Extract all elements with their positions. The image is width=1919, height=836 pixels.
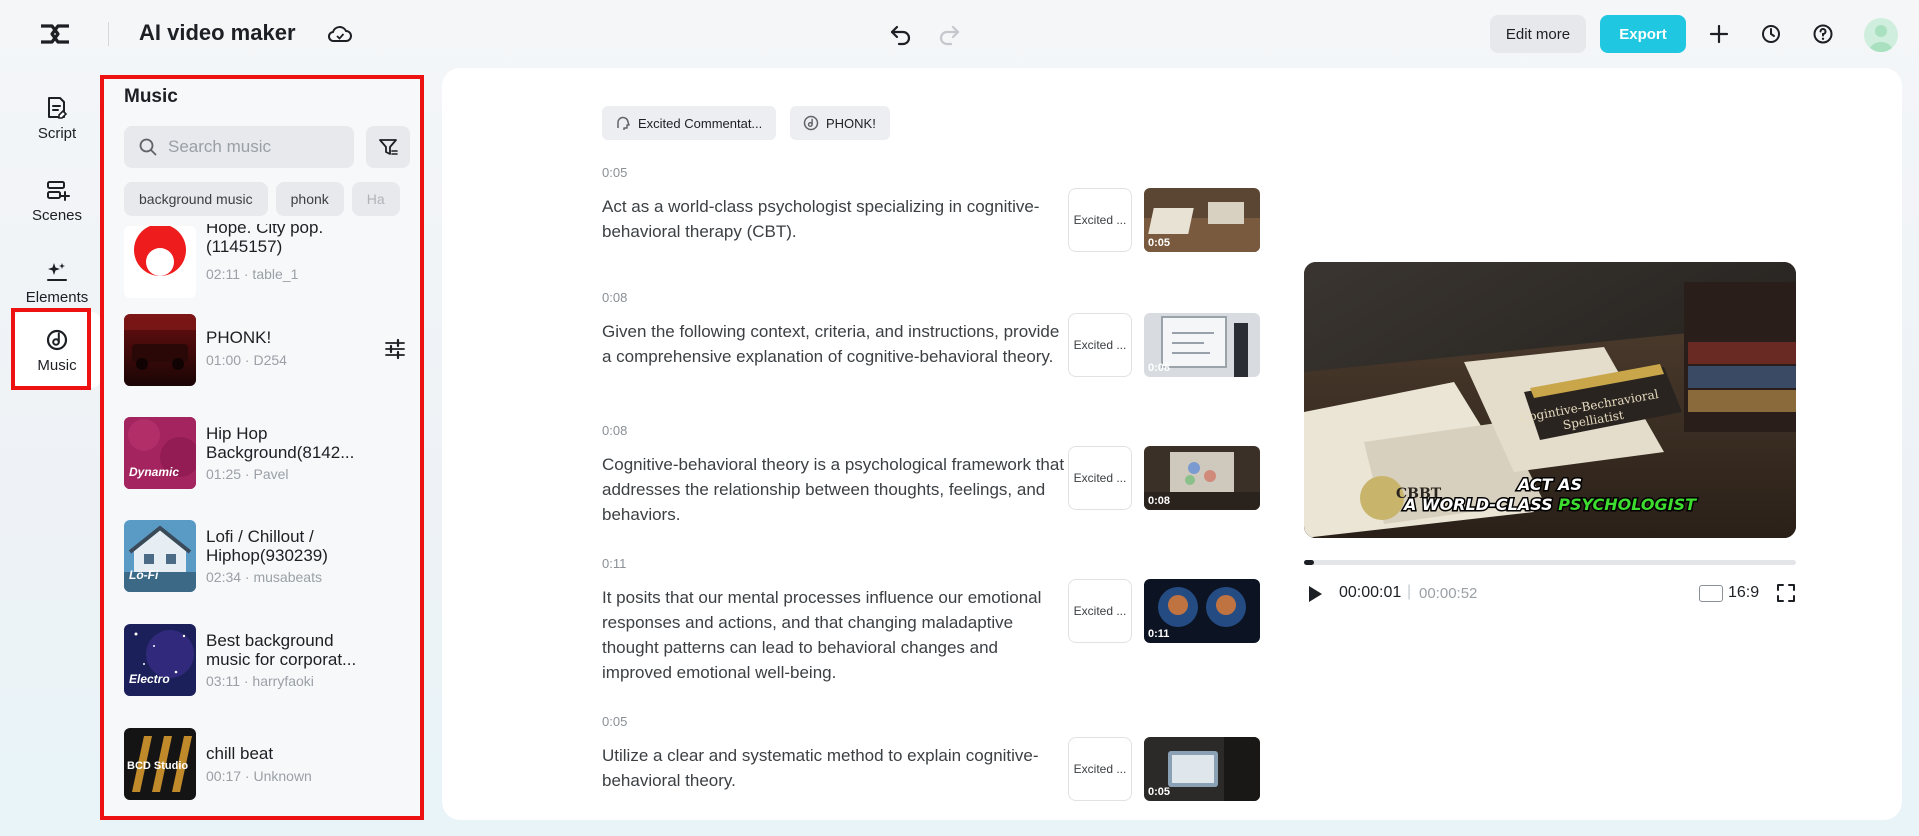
script-scene[interactable]: 0:08 Cognitive-behavioral theory is a ps… [602, 423, 1072, 527]
fullscreen-icon[interactable] [1775, 582, 1797, 604]
help-icon[interactable] [1811, 22, 1835, 46]
scene-thumbnail-time: 0:08 [1148, 495, 1171, 507]
scene-thumbnail-time: 0:05 [1148, 786, 1171, 798]
cloud-save-icon[interactable] [326, 22, 354, 46]
voice-chip[interactable]: Excited Commentat... [602, 106, 777, 140]
scene-text[interactable]: Act as a world-class psychologist specia… [602, 194, 1072, 244]
edit-more-button[interactable]: Edit more [1490, 15, 1586, 53]
music-chip-label: PHONK! [826, 115, 876, 131]
rail-item-label: Scenes [31, 206, 83, 224]
highlight-box-music-panel [100, 75, 424, 820]
plus-icon[interactable] [1707, 22, 1731, 46]
script-scene[interactable]: 0:05 Act as a world-class psychologist s… [602, 165, 1072, 244]
scene-thumbnail[interactable]: 0:11 [1144, 579, 1260, 643]
scene-voice-button[interactable]: Excited ... [1068, 188, 1132, 252]
scene-duration: 0:08 [602, 290, 628, 305]
script-scene[interactable]: 0:05 Utilize a clear and systematic meth… [602, 714, 1072, 793]
highlight-box-music-rail [11, 308, 91, 390]
scene-thumbnail-time: 0:05 [1148, 237, 1171, 249]
voice-chip-label: Excited Commentat... [638, 115, 763, 131]
script-icon [48, 96, 68, 119]
current-time: 00:00:01 [1339, 584, 1402, 601]
main-card: Excited Commentat... PHONK! 0:05 Act as … [442, 68, 1902, 820]
scene-duration: 0:08 [602, 423, 628, 438]
scene-duration: 0:05 [602, 165, 628, 180]
avatar[interactable] [1864, 18, 1898, 52]
preview-caption-line2: A WORLD-CLASS PSYCHOLOGIST [1402, 495, 1697, 514]
playback-progress-fill [1304, 560, 1314, 565]
scene-duration: 0:11 [602, 556, 627, 571]
scene-thumbnail[interactable]: 0:08 [1144, 313, 1260, 377]
scene-duration: 0:05 [602, 714, 628, 729]
scene-thumbnail-time: 0:11 [1148, 628, 1170, 640]
scene-voice-button[interactable]: Excited ... [1068, 313, 1132, 377]
aspect-ratio-label: 16:9 [1728, 584, 1760, 601]
scene-thumbnail[interactable]: 0:05 [1144, 188, 1260, 252]
playback-progress-bar[interactable] [1304, 560, 1796, 565]
script-scene[interactable]: 0:08 Given the following context, criter… [602, 290, 1072, 369]
scene-thumbnail[interactable]: 0:05 [1144, 737, 1260, 801]
history-icon[interactable] [1759, 22, 1783, 46]
total-time: 00:00:52 [1419, 585, 1478, 602]
music-chip[interactable]: PHONK! [790, 106, 890, 140]
voice-head-icon [617, 116, 630, 130]
app-title: AI video maker [139, 20, 296, 45]
capcut-logo-icon[interactable] [38, 20, 72, 48]
video-preview[interactable]: CBBT Cogintive-Bechravioral Spelliatist … [1304, 262, 1796, 538]
elements-icon [47, 262, 67, 281]
rail-item-label: Script [37, 124, 77, 142]
caption-segment-green: PSYCHOLOGIST [1558, 495, 1697, 514]
scene-voice-button[interactable]: Excited ... [1068, 579, 1132, 643]
play-icon[interactable] [1306, 584, 1324, 604]
scene-voice-button[interactable]: Excited ... [1068, 737, 1132, 801]
rail-item-script[interactable]: Script [14, 80, 100, 156]
rail-item-scenes[interactable]: Scenes [14, 162, 100, 238]
scene-text[interactable]: Cognitive-behavioral theory is a psychol… [602, 452, 1072, 527]
aspect-ratio-selector[interactable]: 16:9 [1699, 584, 1759, 602]
header-divider [108, 22, 109, 46]
time-separator: | [1407, 583, 1412, 600]
scenes-icon [47, 180, 70, 201]
music-icon [803, 115, 819, 131]
scene-thumbnail-time: 0:08 [1148, 362, 1171, 374]
rail-item-label: Elements [25, 288, 89, 306]
undo-icon[interactable] [888, 22, 914, 46]
redo-icon[interactable] [936, 22, 962, 46]
export-button[interactable]: Export [1600, 15, 1686, 53]
script-scene[interactable]: 0:11 It posits that our mental processes… [602, 556, 1072, 685]
preview-frame: CBBT Cogintive-Bechravioral Spelliatist … [1304, 262, 1796, 538]
aspect-ratio-icon [1699, 584, 1723, 602]
scene-text[interactable]: It posits that our mental processes infl… [602, 585, 1072, 685]
scene-text[interactable]: Given the following context, criteria, a… [602, 319, 1072, 369]
scene-voice-button[interactable]: Excited ... [1068, 446, 1132, 510]
scene-text[interactable]: Utilize a clear and systematic method to… [602, 743, 1072, 793]
preview-caption-line1: ACT AS [1516, 475, 1582, 494]
top-bar: AI video maker Edit more Export [0, 0, 1919, 68]
scene-thumbnail[interactable]: 0:08 [1144, 446, 1260, 510]
caption-segment-white: A WORLD-CLASS [1402, 495, 1558, 514]
